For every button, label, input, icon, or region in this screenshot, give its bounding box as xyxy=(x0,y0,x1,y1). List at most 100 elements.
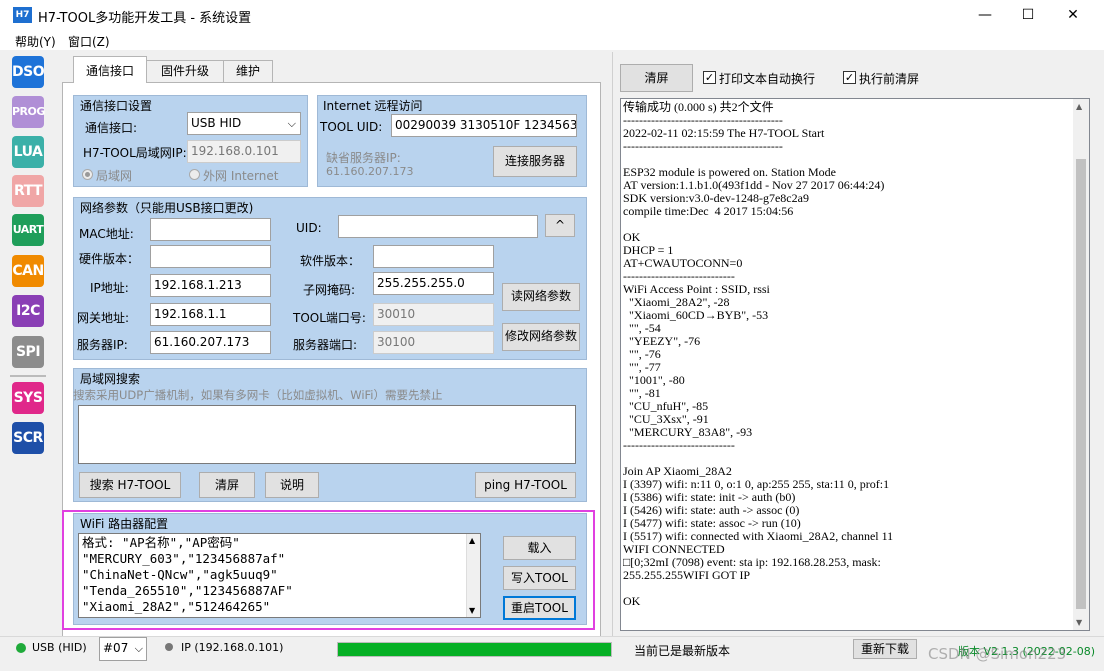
lan-search-title: 局域网搜索 xyxy=(80,372,141,386)
tool-port-field[interactable]: 30010 xyxy=(373,303,494,326)
tool-rtt-button[interactable]: RTT xyxy=(12,175,44,207)
wrap-checkbox[interactable]: ✓ xyxy=(703,71,716,84)
hw-version-field[interactable] xyxy=(150,245,271,268)
menu-window[interactable]: 窗口(Z) xyxy=(68,33,110,50)
server-ip-label: 服务器IP: xyxy=(77,338,128,352)
lan-search-hint: 搜索采用UDP广播机制，如果有多网卡（比如虚拟机、WiFi）需要先禁止 xyxy=(73,388,443,402)
log-line: OK xyxy=(623,594,641,608)
log-text: 传输成功 (0.000 s) 共2个文件 --------------------… xyxy=(623,101,1073,608)
port-select[interactable]: #07 ⌵ xyxy=(99,637,147,661)
wifi-load-button[interactable]: 载入 xyxy=(503,536,576,560)
wifi-lines: 格式: "AP名称","AP密码" "MERCURY_603","12345688… xyxy=(82,535,462,615)
tool-i2c-button[interactable]: I2C xyxy=(12,295,44,327)
preclear-checkbox[interactable]: ✓ xyxy=(843,71,856,84)
subnet-mask-field[interactable]: 255.255.255.0 xyxy=(373,272,494,295)
tool-dso-button[interactable]: DSO xyxy=(12,56,45,88)
tool-prog-button[interactable]: PROG xyxy=(12,96,45,128)
wifi-restart-button[interactable]: 重启TOOL xyxy=(503,596,576,620)
wifi-line: "ChinaNet-QNcw","agk5uuq9" xyxy=(82,567,278,582)
scroll-up-icon[interactable]: ▲ xyxy=(469,536,475,545)
tab-maintenance[interactable]: 维护 xyxy=(223,60,273,82)
log-line: "Xiaomi_60CD→BYB", -53 xyxy=(623,308,769,322)
log-line: "", -77 xyxy=(623,360,661,374)
wifi-scrollbar[interactable]: ▲ ▼ xyxy=(466,534,480,617)
uid-label: UID: xyxy=(296,221,322,235)
app-icon: H7 xyxy=(13,7,32,23)
wifi-config-title: WiFi 路由器配置 xyxy=(80,517,169,531)
ip-field[interactable]: 192.168.1.213 xyxy=(150,274,271,297)
network-params-title: 网络参数（只能用USB接口更改) xyxy=(80,201,254,215)
gateway-field[interactable]: 192.168.1.1 xyxy=(150,303,271,326)
tool-uid-field[interactable]: 00290039 3130510F 12345638 xyxy=(391,114,577,137)
menu-bar xyxy=(0,30,1104,50)
log-line: "YEEZY", -76 xyxy=(623,334,701,348)
scroll-down-icon[interactable]: ▼ xyxy=(469,606,475,615)
status-message: 当前已是最新版本 xyxy=(634,644,731,658)
tool-sys-button[interactable]: SYS xyxy=(12,382,44,414)
usb-status-icon xyxy=(16,643,26,653)
comm-iface-value: USB HID xyxy=(191,116,242,130)
tool-uart-button[interactable]: UART xyxy=(12,214,44,246)
server-ip-field[interactable]: 61.160.207.173 xyxy=(150,331,271,354)
wifi-list-editor[interactable]: 格式: "AP名称","AP密码" "MERCURY_603","12345688… xyxy=(78,533,481,618)
log-line: ---------------------------- xyxy=(623,438,735,452)
wifi-write-button[interactable]: 写入TOOL xyxy=(503,566,576,590)
sw-version-field[interactable] xyxy=(373,245,494,268)
lan-help-button[interactable]: 说明 xyxy=(265,472,319,498)
log-line: ---------------------------------------- xyxy=(623,139,783,153)
scroll-thumb[interactable] xyxy=(1076,159,1086,609)
maximize-button[interactable]: ☐ xyxy=(1005,0,1051,30)
scroll-up-icon[interactable]: ▲ xyxy=(1076,102,1082,111)
close-button[interactable]: ✕ xyxy=(1050,0,1096,30)
ping-h7tool-button[interactable]: ping H7-TOOL xyxy=(475,472,576,498)
log-clear-button[interactable]: 清屏 xyxy=(620,64,693,92)
redownload-button[interactable]: 重新下载 xyxy=(853,639,917,659)
subnet-mask-label: 子网掩码: xyxy=(303,283,356,297)
lan-ip-field[interactable]: 192.168.0.101 xyxy=(187,140,301,163)
window-title: H7-TOOL多功能开发工具 - 系统设置 xyxy=(38,11,252,26)
menu-help[interactable]: 帮助(Y) xyxy=(15,33,56,50)
radio-lan-label: 局域网 xyxy=(96,169,133,183)
progress-bar xyxy=(337,642,612,657)
log-output[interactable]: 传输成功 (0.000 s) 共2个文件 --------------------… xyxy=(620,98,1090,631)
modify-network-button[interactable]: 修改网络参数 xyxy=(502,323,580,351)
tool-spi-button[interactable]: SPI xyxy=(12,336,44,368)
tool-can-button[interactable]: CAN xyxy=(12,255,44,287)
tool-scr-button[interactable]: SCR xyxy=(12,422,44,454)
gateway-label: 网关地址: xyxy=(77,311,130,325)
read-network-button[interactable]: 读网络参数 xyxy=(502,283,580,311)
radio-internet[interactable] xyxy=(189,169,200,180)
wrap-label: 打印文本自动换行 xyxy=(719,72,816,86)
minimize-button[interactable]: — xyxy=(962,0,1008,30)
splitter[interactable] xyxy=(612,52,613,636)
tool-port-label: TOOL端口号: xyxy=(293,311,366,325)
hw-version-label: 硬件版本： xyxy=(79,252,140,266)
toolbar-separator xyxy=(10,375,46,377)
progress-fill xyxy=(338,643,611,656)
comm-settings-title: 通信接口设置 xyxy=(80,99,153,113)
log-scrollbar[interactable]: ▲ ▼ xyxy=(1073,99,1089,630)
mac-field[interactable] xyxy=(150,218,271,241)
tool-lua-button[interactable]: LUA xyxy=(12,136,44,168)
uid-field[interactable] xyxy=(338,215,538,238)
radio-lan[interactable] xyxy=(82,169,93,180)
tab-comm[interactable]: 通信接口 xyxy=(73,56,147,83)
ip-label: IP地址: xyxy=(90,281,129,295)
search-h7tool-button[interactable]: 搜索 H7-TOOL xyxy=(79,472,181,498)
server-port-field[interactable]: 30100 xyxy=(373,331,494,354)
ip-status-label: IP (192.168.0.101) xyxy=(181,641,284,654)
tab-firmware[interactable]: 固件升级 xyxy=(146,60,224,82)
lan-search-results[interactable] xyxy=(78,405,576,464)
log-line: compile time:Dec 4 2017 15:04:56 xyxy=(623,204,794,218)
log-line: 255.255.255WIFI GOT IP xyxy=(623,568,751,582)
scroll-down-icon[interactable]: ▼ xyxy=(1076,618,1082,627)
wifi-line: "Tenda_265510","123456887AF" xyxy=(82,583,293,598)
port-value: #07 xyxy=(103,641,129,655)
connect-server-button[interactable]: 连接服务器 xyxy=(493,146,577,177)
comm-iface-select[interactable]: USB HID ⌵ xyxy=(187,112,301,135)
default-server-value: 61.160.207.173 xyxy=(326,165,414,178)
lan-clear-button[interactable]: 清屏 xyxy=(199,472,255,498)
expand-button[interactable]: ^ xyxy=(545,214,575,237)
tool-uid-label: TOOL UID: xyxy=(320,120,383,134)
